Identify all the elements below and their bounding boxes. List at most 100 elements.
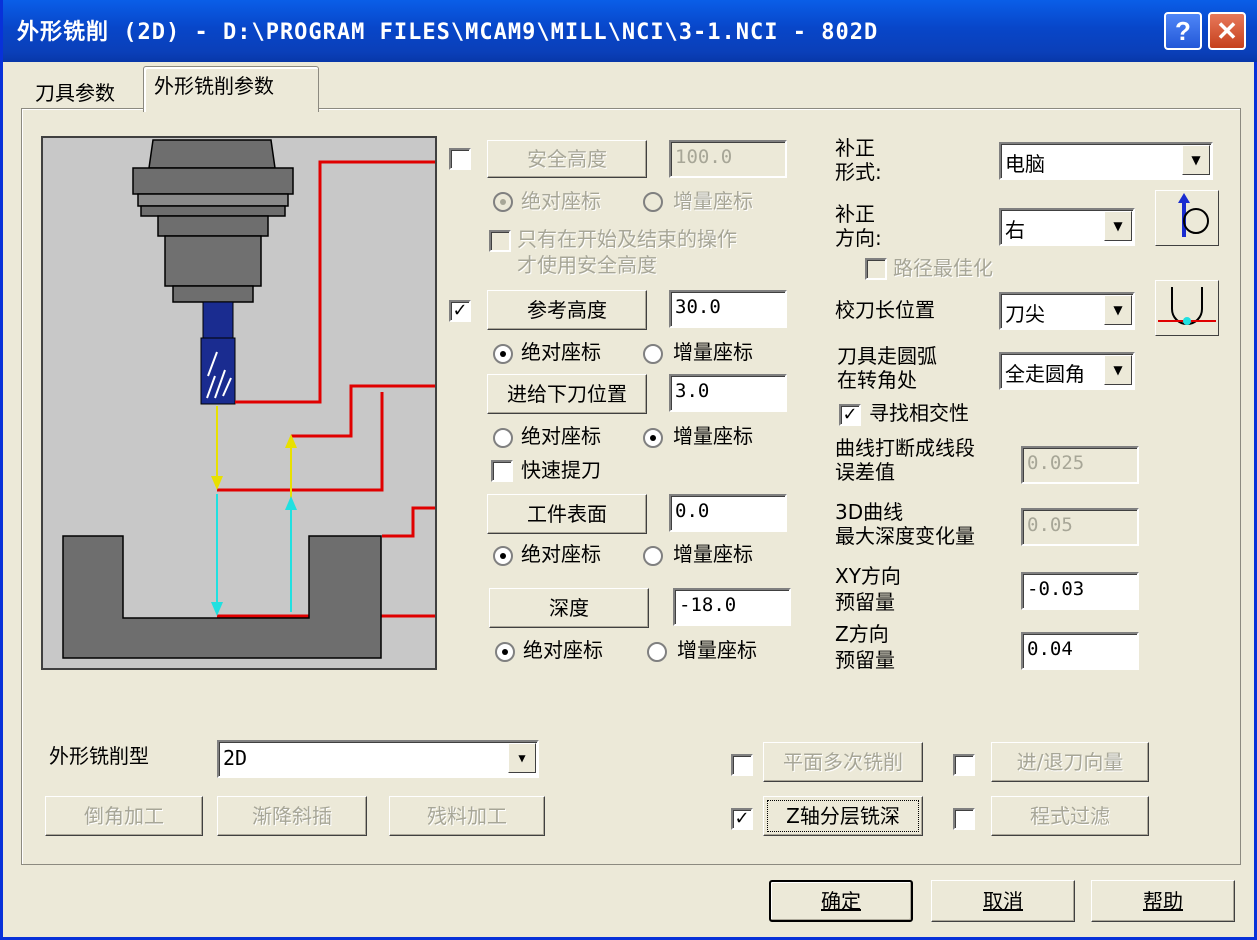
roll-corners-select[interactable]: 全走圆角 ▼: [999, 352, 1135, 390]
xy-stock-label: XY方向: [835, 564, 901, 588]
tab-tool-parameters[interactable]: 刀具参数: [25, 74, 143, 112]
xy-stock-label-2: 预留量: [835, 590, 895, 614]
reference-abs-radio[interactable]: [493, 344, 513, 364]
close-icon[interactable]: ✕: [1208, 12, 1246, 50]
tab-contour-parameters[interactable]: 外形铣削参数: [143, 66, 319, 112]
safety-only-checkbox[interactable]: [489, 230, 511, 252]
chamfer-button[interactable]: 倒角加工: [45, 796, 203, 836]
filter-checkbox[interactable]: [953, 808, 975, 830]
comp-type-select[interactable]: 电脑 ▼: [999, 142, 1213, 180]
tip-comp-label: 校刀长位置: [835, 298, 935, 322]
comp-dir-value: 右: [1005, 218, 1025, 242]
top-inc-radio[interactable]: [643, 546, 663, 566]
reference-height-button[interactable]: 参考高度: [487, 290, 647, 330]
help-icon[interactable]: ?: [1164, 12, 1202, 50]
top-abs-radio[interactable]: [493, 546, 513, 566]
help-button[interactable]: 帮助: [1091, 880, 1235, 922]
contour-type-select[interactable]: 2D ▼: [217, 740, 539, 778]
reference-height-field[interactable]: 30.0: [669, 290, 787, 328]
xy-stock-field[interactable]: -0.03: [1021, 572, 1139, 610]
feed-abs-radio[interactable]: [493, 428, 513, 448]
top-of-stock-button[interactable]: 工件表面: [487, 494, 647, 534]
rapid-retract-label: 快速提刀: [521, 458, 601, 482]
lead-in-out-checkbox[interactable]: [953, 754, 975, 776]
roll-label: 刀具走圆弧: [837, 344, 937, 368]
cancel-label: 取消: [983, 889, 1023, 913]
multipass-checkbox[interactable]: [731, 754, 753, 776]
intersect-label: 寻找相交性: [869, 401, 969, 425]
safety-height-button[interactable]: 安全高度: [487, 140, 647, 178]
cancel-button[interactable]: 取消: [931, 880, 1075, 922]
chevron-down-icon[interactable]: ▼: [1104, 211, 1132, 241]
comp-dir-label: 补正: [835, 202, 875, 226]
max-depth-label: 3D曲线: [835, 500, 904, 524]
remachining-button[interactable]: 残料加工: [389, 796, 545, 836]
safety-inc-label: 增量座标: [673, 189, 753, 213]
chevron-down-icon[interactable]: ▼: [1104, 295, 1132, 325]
safety-abs-radio[interactable]: [493, 192, 513, 212]
help-label: 帮助: [1143, 889, 1183, 913]
comp-direction-icon: [1155, 190, 1219, 246]
comp-dir-select[interactable]: 右 ▼: [999, 208, 1135, 246]
tip-comp-select[interactable]: 刀尖 ▼: [999, 292, 1135, 330]
contour-type-value: 2D: [223, 746, 248, 770]
feed-inc-radio[interactable]: [643, 428, 663, 448]
optimize-checkbox[interactable]: [865, 258, 887, 280]
ok-button[interactable]: 确定: [769, 880, 913, 922]
tolerance-field[interactable]: 0.025: [1021, 446, 1139, 484]
chevron-down-icon[interactable]: ▼: [508, 743, 536, 773]
reference-inc-radio[interactable]: [643, 344, 663, 364]
chevron-down-icon[interactable]: ▼: [1182, 145, 1210, 175]
safety-inc-radio[interactable]: [643, 192, 663, 212]
depth-abs-radio[interactable]: [495, 642, 515, 662]
depth-field[interactable]: -18.0: [673, 588, 791, 626]
safety-only-label: 只有在开始及结束的操作: [517, 227, 737, 251]
z-stock-label: Z方向: [835, 622, 889, 646]
z-stock-field[interactable]: 0.04: [1021, 632, 1139, 670]
lead-in-out-button[interactable]: 进/退刀向量: [991, 742, 1149, 782]
window-title: 外形铣削 (2D) - D:\PROGRAM FILES\MCAM9\MILL\…: [17, 20, 879, 45]
safety-abs-label: 绝对座标: [521, 189, 601, 213]
contour-type-label: 外形铣削型: [49, 744, 149, 768]
comp-type-label: 补正: [835, 136, 875, 160]
depth-diagram: [41, 136, 437, 670]
roll-label-2: 在转角处: [837, 368, 917, 392]
comp-dir-label-2: 方向:: [835, 226, 882, 250]
depth-cuts-button[interactable]: Z轴分层铣深: [763, 796, 923, 836]
rapid-retract-checkbox[interactable]: [491, 460, 513, 482]
safety-height-field[interactable]: 100.0: [669, 140, 787, 178]
depth-cuts-checkbox[interactable]: ✓: [731, 808, 753, 830]
depth-inc-label: 增量座标: [677, 638, 757, 662]
depth-button[interactable]: 深度: [489, 588, 649, 628]
chevron-down-icon[interactable]: ▼: [1104, 355, 1132, 385]
roll-corners-value: 全走圆角: [1005, 362, 1085, 386]
comp-type-label-2: 形式:: [835, 160, 882, 184]
filter-button[interactable]: 程式过滤: [991, 796, 1149, 836]
max-depth-label-2: 最大深度变化量: [835, 524, 975, 548]
multipass-button[interactable]: 平面多次铣削: [763, 742, 923, 782]
ok-label: 确定: [821, 889, 861, 913]
depth-abs-label: 绝对座标: [523, 638, 603, 662]
comp-type-value: 电脑: [1005, 152, 1045, 176]
intersect-checkbox[interactable]: ✓: [839, 404, 861, 426]
tolerance-label: 曲线打断成线段: [835, 436, 975, 460]
tip-comp-icon: [1155, 280, 1219, 336]
reference-abs-label: 绝对座标: [521, 340, 601, 364]
max-depth-field[interactable]: 0.05: [1021, 508, 1139, 546]
feed-plane-field[interactable]: 3.0: [669, 374, 787, 412]
top-of-stock-field[interactable]: 0.0: [669, 494, 787, 532]
dialog-window: 外形铣削 (2D) - D:\PROGRAM FILES\MCAM9\MILL\…: [0, 0, 1257, 940]
tip-comp-value: 刀尖: [1005, 302, 1045, 326]
feed-abs-label: 绝对座标: [521, 424, 601, 448]
ramp-button[interactable]: 渐降斜插: [217, 796, 367, 836]
safety-height-checkbox[interactable]: [449, 148, 471, 170]
reference-height-checkbox[interactable]: ✓: [449, 300, 471, 322]
depth-inc-radio[interactable]: [647, 642, 667, 662]
feed-plane-button[interactable]: 进给下刀位置: [487, 374, 647, 414]
reference-inc-label: 增量座标: [673, 340, 753, 364]
z-stock-label-2: 预留量: [835, 648, 895, 672]
tolerance-label-2: 误差值: [835, 460, 895, 484]
title-bar[interactable]: 外形铣削 (2D) - D:\PROGRAM FILES\MCAM9\MILL\…: [3, 0, 1257, 62]
top-inc-label: 增量座标: [673, 542, 753, 566]
feed-inc-label: 增量座标: [673, 424, 753, 448]
